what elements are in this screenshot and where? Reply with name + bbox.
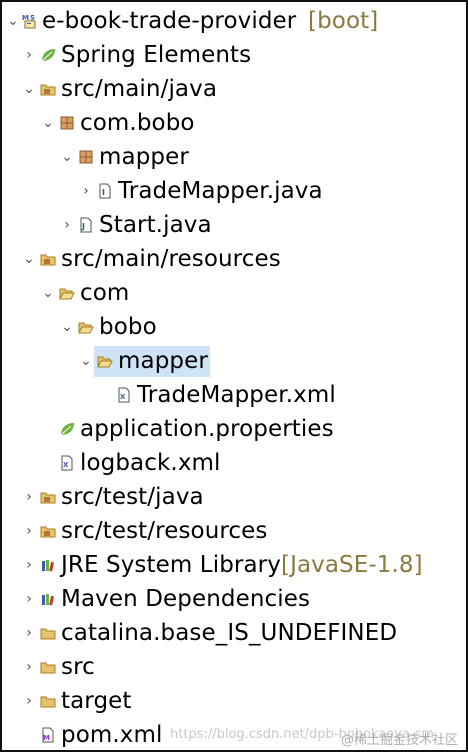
source-folder-icon	[40, 523, 56, 539]
chevron-right-icon[interactable]: ›	[59, 208, 75, 242]
chevron-right-icon[interactable]: ›	[21, 616, 37, 650]
folder-icon	[40, 693, 56, 709]
java-interface-file-icon: I	[97, 183, 113, 199]
chevron-right-icon[interactable]: ›	[78, 174, 94, 208]
tree-item-label: application.properties	[80, 416, 334, 442]
svg-text:J: J	[81, 222, 85, 231]
tree-item-application-properties[interactable]: application.properties	[2, 412, 466, 446]
xml-file-icon: X	[59, 455, 75, 471]
tree-item-start-java[interactable]: › J Start.java	[2, 208, 466, 242]
library-icon	[40, 591, 56, 607]
tree-item-logback-xml[interactable]: X logback.xml	[2, 446, 466, 480]
chevron-down-icon[interactable]: ⌄	[59, 140, 75, 174]
project-explorer-tree: ⌄ M S e-book-trade-provider [boot] › Spr…	[0, 0, 468, 752]
chevron-right-icon[interactable]: ›	[21, 650, 37, 684]
tree-item-trademapper-java[interactable]: › I TradeMapper.java	[2, 174, 466, 208]
chevron-down-icon[interactable]: ⌄	[21, 242, 37, 276]
tree-item-jre-system-library[interactable]: › JRE System Library [JavaSE-1.8]	[2, 548, 466, 582]
folder-open-icon	[97, 353, 113, 369]
chevron-right-icon[interactable]: ›	[21, 514, 37, 548]
svg-text:X: X	[63, 461, 69, 469]
package-icon	[78, 149, 94, 165]
tree-item-com-bobo[interactable]: ⌄ com.bobo	[2, 106, 466, 140]
svg-text:M: M	[43, 734, 50, 742]
svg-text:X: X	[120, 393, 126, 401]
folder-open-icon	[59, 285, 75, 301]
tree-item-decoration: [JavaSE-1.8]	[281, 552, 423, 578]
chevron-down-icon[interactable]: ⌄	[78, 344, 94, 378]
tree-item-label: JRE System Library	[61, 552, 281, 578]
tree-item-spring-elements[interactable]: › Spring Elements	[2, 38, 466, 72]
svg-text:I: I	[102, 188, 105, 197]
folder-icon	[40, 659, 56, 675]
tree-item-label: src/test/java	[61, 484, 204, 510]
maven-project-icon: M S	[22, 13, 38, 29]
folder-open-icon	[78, 319, 94, 335]
tree-item-label: src/main/resources	[61, 246, 281, 272]
tree-item-label: Start.java	[99, 212, 212, 238]
source-folder-icon	[40, 81, 56, 97]
tree-item-label: target	[61, 688, 132, 714]
tree-item-target[interactable]: › target	[2, 684, 466, 718]
source-folder-icon	[40, 489, 56, 505]
chevron-right-icon[interactable]: ›	[21, 582, 37, 616]
tree-item-label: src	[61, 654, 95, 680]
package-icon	[59, 115, 75, 131]
library-icon	[40, 557, 56, 573]
tree-item-label: com	[80, 280, 130, 306]
tree-item-mapper-package[interactable]: ⌄ mapper	[2, 140, 466, 174]
tree-item-label: src/main/java	[61, 76, 218, 102]
tree-item-label: e-book-trade-provider	[42, 8, 297, 34]
tree-item-label: com.bobo	[80, 110, 195, 136]
spring-leaf-icon	[40, 47, 56, 63]
chevron-right-icon[interactable]: ›	[21, 38, 37, 72]
tree-item-label: Maven Dependencies	[61, 586, 311, 612]
spring-leaf-icon	[59, 421, 75, 437]
tree-item-label: src/test/resources	[61, 518, 268, 544]
tree-item-src-test-java[interactable]: › src/test/java	[2, 480, 466, 514]
tree-item-label: Spring Elements	[61, 42, 252, 68]
java-class-file-icon: J	[78, 217, 94, 233]
chevron-right-icon[interactable]: ›	[21, 548, 37, 582]
tree-item-project[interactable]: ⌄ M S e-book-trade-provider [boot]	[2, 4, 466, 38]
tree-item-mapper-folder[interactable]: ⌄ mapper	[2, 344, 466, 378]
folder-icon	[40, 625, 56, 641]
tree-item-label: mapper	[118, 348, 208, 374]
chevron-down-icon[interactable]: ⌄	[40, 276, 56, 310]
tree-item-label: catalina.base_IS_UNDEFINED	[61, 620, 398, 646]
source-folder-icon	[40, 251, 56, 267]
tree-item-bobo-folder[interactable]: ⌄ bobo	[2, 310, 466, 344]
chevron-down-icon[interactable]: ⌄	[21, 72, 37, 106]
watermark-brand: @稀土掘金技术社区	[340, 733, 458, 748]
tree-item-com-folder[interactable]: ⌄ com	[2, 276, 466, 310]
tree-item-src-main-resources[interactable]: ⌄ src/main/resources	[2, 242, 466, 276]
tree-item-label: pom.xml	[61, 722, 163, 748]
chevron-down-icon[interactable]: ⌄	[40, 106, 56, 140]
chevron-right-icon[interactable]: ›	[21, 480, 37, 514]
tree-item-decoration: [boot]	[308, 8, 379, 34]
chevron-right-icon[interactable]: ›	[21, 684, 37, 718]
chevron-down-icon[interactable]: ⌄	[59, 310, 75, 344]
tree-item-catalina-base[interactable]: › catalina.base_IS_UNDEFINED	[2, 616, 466, 650]
tree-item-label: TradeMapper.java	[118, 178, 323, 204]
tree-item-src-main-java[interactable]: ⌄ src/main/java	[2, 72, 466, 106]
tree-item-maven-dependencies[interactable]: › Maven Dependencies	[2, 582, 466, 616]
tree-item-src[interactable]: › src	[2, 650, 466, 684]
tree-item-label: TradeMapper.xml	[137, 382, 336, 408]
tree-item-label: bobo	[99, 314, 157, 340]
chevron-down-icon[interactable]: ⌄	[5, 4, 21, 38]
tree-item-trademapper-xml[interactable]: X TradeMapper.xml	[2, 378, 466, 412]
xml-file-icon: X	[116, 387, 132, 403]
tree-item-src-test-resources[interactable]: › src/test/resources	[2, 514, 466, 548]
tree-item-label: logback.xml	[80, 450, 221, 476]
maven-pom-icon: M	[40, 727, 56, 743]
tree-item-label: mapper	[99, 144, 189, 170]
